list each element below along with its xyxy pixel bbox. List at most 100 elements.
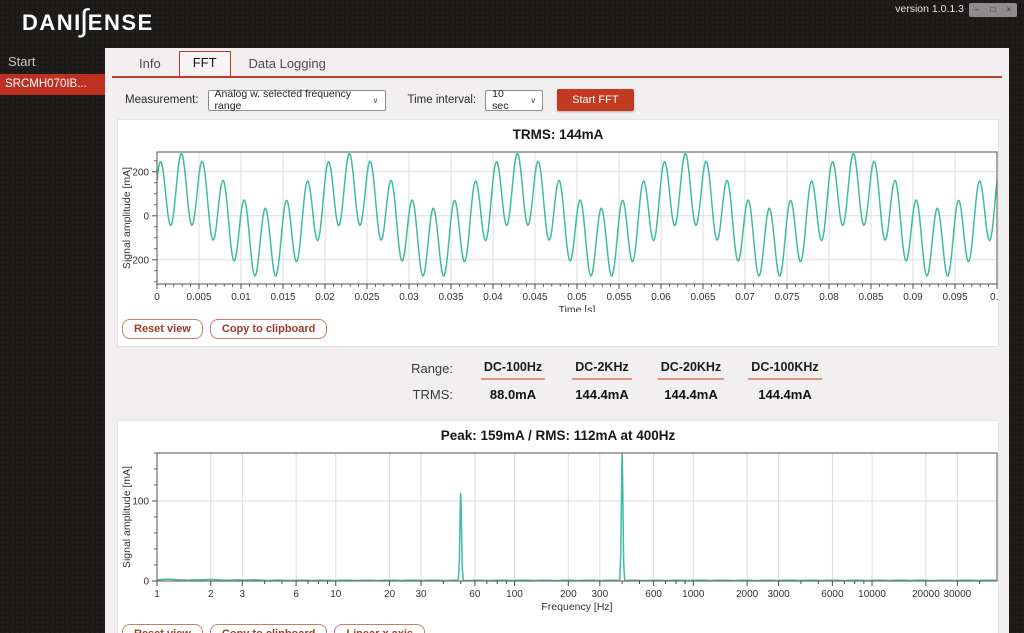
time-domain-chart-svg[interactable]: 0 0.005 0.01 0.015 0.02 0.025 0.03 0.035 0.04 0.0… — [119, 144, 999, 312]
svg-text:0.095: 0.095 — [942, 292, 967, 303]
maximize-icon[interactable]: □ — [990, 6, 995, 14]
tab-bar: Info FFT Data Logging — [105, 48, 1009, 76]
svg-text:100: 100 — [132, 497, 149, 508]
svg-text:2000: 2000 — [736, 589, 759, 600]
svg-text:Signal amplitude [mA]: Signal amplitude [mA] — [121, 167, 133, 269]
range-link-dc100khz[interactable]: DC-100KHz — [737, 358, 833, 380]
tab-info[interactable]: Info — [129, 53, 171, 76]
range-trms-table: Range: DC-100Hz DC-2KHz DC-20KHz DC-100K… — [405, 358, 833, 402]
tab-data-logging[interactable]: Data Logging — [239, 53, 336, 76]
svg-text:100: 100 — [506, 589, 523, 600]
svg-text:0: 0 — [143, 577, 149, 588]
measurement-select-value: Analog w. selected frequency range — [215, 88, 365, 112]
svg-text:0.055: 0.055 — [606, 292, 631, 303]
logo-text-left: DANI — [22, 10, 82, 36]
minimize-icon[interactable]: – — [975, 6, 979, 14]
reset-view-button[interactable]: Reset view — [122, 319, 203, 339]
sidebar-start-label: Start — [0, 48, 105, 74]
trms-row-label: TRMS: — [405, 387, 467, 402]
logo-text-right: ENSE — [88, 10, 154, 36]
svg-text:0: 0 — [143, 211, 149, 222]
svg-text:60: 60 — [469, 589, 481, 600]
svg-text:0.1: 0.1 — [990, 292, 999, 303]
time-interval-select[interactable]: 10 sec ∨ — [485, 90, 543, 111]
svg-text:0.08: 0.08 — [819, 292, 839, 303]
fft-spectrum-chart[interactable]: 1236102030601002003006001000200030006000… — [118, 445, 998, 622]
time-chart-buttons: Reset view Copy to clipboard — [118, 317, 998, 346]
svg-text:0.02: 0.02 — [315, 292, 335, 303]
logo-integral-icon: ∫ — [80, 3, 90, 39]
svg-text:0.065: 0.065 — [690, 292, 715, 303]
svg-text:0.06: 0.06 — [651, 292, 671, 303]
window-controls: – □ × — [969, 3, 1017, 17]
svg-text:Time [s]: Time [s] — [559, 304, 596, 312]
svg-text:10000: 10000 — [858, 589, 886, 600]
svg-text:10: 10 — [330, 589, 342, 600]
svg-text:0.01: 0.01 — [231, 292, 251, 303]
svg-text:0.09: 0.09 — [903, 292, 923, 303]
start-fft-button[interactable]: Start FFT — [557, 89, 633, 111]
svg-text:1: 1 — [154, 589, 160, 600]
linear-x-axis-button[interactable]: Linear x axis — [334, 624, 425, 633]
svg-text:600: 600 — [645, 589, 662, 600]
svg-text:300: 300 — [591, 589, 608, 600]
measurement-select[interactable]: Analog w. selected frequency range ∨ — [208, 90, 386, 111]
svg-text:2: 2 — [208, 589, 214, 600]
svg-text:20: 20 — [384, 589, 396, 600]
svg-text:3: 3 — [240, 589, 246, 600]
version-label: version 1.0.1.3 — [895, 3, 964, 15]
svg-text:0.03: 0.03 — [399, 292, 419, 303]
fft-chart-title: Peak: 159mA / RMS: 112mA at 400Hz — [118, 421, 998, 445]
svg-text:20000: 20000 — [912, 589, 940, 600]
chevron-down-icon: ∨ — [522, 96, 536, 105]
sidebar-item-device[interactable]: SRCMH070IB... — [0, 74, 105, 95]
copy-to-clipboard-button[interactable]: Copy to clipboard — [210, 319, 328, 339]
svg-text:200: 200 — [132, 167, 149, 178]
range-link-dc100hz[interactable]: DC-100Hz — [467, 358, 559, 380]
app-logo: DANI∫ENSE — [22, 5, 154, 41]
svg-text:0.04: 0.04 — [483, 292, 503, 303]
svg-text:1000: 1000 — [682, 589, 705, 600]
time-interval-label: Time interval: — [408, 94, 477, 106]
close-icon[interactable]: × — [1007, 6, 1012, 14]
svg-text:0.005: 0.005 — [186, 292, 211, 303]
fft-chart-panel: Peak: 159mA / RMS: 112mA at 400Hz 1 2 3 6 10… — [117, 420, 999, 633]
svg-text:6000: 6000 — [821, 589, 844, 600]
trms-value-dc100khz: 144.4mA — [737, 387, 833, 402]
svg-text:0.035: 0.035 — [438, 292, 463, 303]
copy-to-clipboard-button[interactable]: Copy to clipboard — [210, 624, 328, 633]
chevron-down-icon: ∨ — [365, 96, 379, 105]
range-row-label: Range: — [405, 361, 467, 376]
tab-fft[interactable]: FFT — [179, 51, 231, 76]
trms-value-dc100hz: 88.0mA — [467, 387, 559, 402]
range-link-dc20khz[interactable]: DC-20KHz — [645, 358, 737, 380]
svg-text:0.075: 0.075 — [774, 292, 799, 303]
trms-value-dc2khz: 144.4mA — [559, 387, 645, 402]
measurement-label: Measurement: — [125, 94, 199, 106]
svg-text:0.085: 0.085 — [858, 292, 883, 303]
fft-spectrum-chart-svg[interactable]: 1236102030601002003006001000200030006000… — [119, 445, 999, 617]
time-interval-select-value: 10 sec — [492, 88, 522, 112]
svg-text:6: 6 — [293, 589, 299, 600]
svg-text:30000: 30000 — [943, 589, 971, 600]
svg-text:0.025: 0.025 — [354, 292, 379, 303]
reset-view-button[interactable]: Reset view — [122, 624, 203, 633]
svg-text:0.07: 0.07 — [735, 292, 755, 303]
time-chart-title: TRMS: 144mA — [118, 120, 998, 144]
main-content: Info FFT Data Logging Measurement: Analo… — [105, 48, 1009, 633]
svg-text:200: 200 — [560, 589, 577, 600]
trms-value-dc20khz: 144.4mA — [645, 387, 737, 402]
range-link-dc2khz[interactable]: DC-2KHz — [559, 358, 645, 380]
range-trms-band: Range: DC-100Hz DC-2KHz DC-20KHz DC-100K… — [105, 347, 1009, 412]
svg-text:Frequency [Hz]: Frequency [Hz] — [541, 601, 612, 613]
measurement-controls: Measurement: Analog w. selected frequenc… — [105, 78, 1009, 111]
svg-text:0: 0 — [154, 292, 160, 303]
svg-text:0.05: 0.05 — [567, 292, 587, 303]
svg-text:0.015: 0.015 — [270, 292, 295, 303]
time-chart-panel: TRMS: 144mA 0 0.005 0.01 0.015 0.02 0.025 0.03… — [117, 119, 999, 347]
time-domain-chart[interactable]: 0 0.005 0.01 0.015 0.02 0.025 0.03 0.035 0.04 0.0… — [118, 144, 998, 317]
fft-chart-buttons: Reset view Copy to clipboard Linear x ax… — [118, 622, 998, 633]
svg-text:30: 30 — [415, 589, 427, 600]
sidebar: Start SRCMH070IB... — [0, 48, 105, 633]
title-bar: DANI∫ENSE version 1.0.1.3 – □ × — [0, 0, 1024, 48]
